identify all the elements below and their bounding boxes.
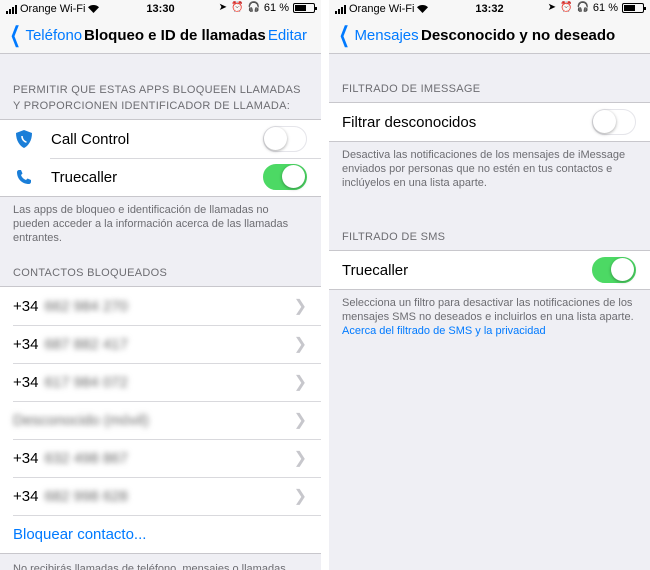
truecaller-toggle[interactable]: [263, 164, 307, 190]
phone-prefix: +34: [13, 487, 39, 505]
filter-unknown-row: Filtrar desconocidos: [329, 103, 650, 141]
masked-number: 687 882 417: [44, 335, 128, 353]
app-name: Truecaller: [51, 168, 118, 186]
navigation-bar: ❮ Mensajes Desconocido y no deseado: [329, 18, 650, 54]
phone-prefix: +34: [13, 373, 39, 391]
phone-prefix: +34: [13, 449, 39, 467]
chevron-left-icon: ❮: [9, 22, 21, 47]
blocked-contact-row[interactable]: +34 662 984 270 ❯: [0, 287, 321, 325]
left-screen: Orange Wi-Fi 13:30 ➤ ⏰ 🎧 61 % ❮ Teléfono…: [0, 0, 321, 570]
apps-section-header: PERMITIR QUE ESTAS APPS BLOQUEEN LLAMADA…: [13, 84, 301, 112]
chevron-left-icon: ❮: [338, 22, 350, 47]
sms-group: Truecaller: [329, 250, 650, 290]
battery-icon: [622, 3, 646, 13]
sms-filter-toggle[interactable]: [592, 257, 636, 283]
back-button[interactable]: ❮ Mensajes: [335, 22, 419, 47]
sms-filter-label: Truecaller: [342, 261, 409, 279]
headphones-icon: 🎧: [247, 2, 260, 13]
call-control-toggle[interactable]: [263, 126, 307, 152]
filter-unknown-toggle[interactable]: [592, 109, 636, 135]
shield-icon: [13, 128, 35, 150]
navigation-bar: ❮ Teléfono Bloqueo e ID de llamadas Edit…: [0, 18, 321, 54]
blocked-contact-row[interactable]: +34 617 984 072 ❯: [0, 363, 321, 401]
blocked-contact-row[interactable]: +34 687 882 417 ❯: [0, 325, 321, 363]
battery-fill: [295, 5, 306, 11]
app-name: Call Control: [51, 130, 130, 148]
battery-icon: [293, 3, 317, 13]
page-title: Bloqueo e ID de llamadas: [84, 27, 266, 44]
blocked-contact-row[interactable]: +34 632 498 867 ❯: [0, 439, 321, 477]
app-row-truecaller: Truecaller: [0, 158, 321, 196]
alarm-icon: ⏰: [560, 2, 573, 13]
blocked-contact-row[interactable]: +34 682 998 628 ❯: [0, 477, 321, 515]
sms-filter-row: Truecaller: [329, 251, 650, 289]
alarm-icon: ⏰: [231, 2, 244, 13]
masked-number: Desconocido (móvil): [13, 411, 149, 429]
masked-number: 632 498 867: [44, 449, 128, 467]
headphones-icon: 🎧: [576, 2, 589, 13]
masked-number: 617 984 072: [44, 373, 128, 391]
back-button[interactable]: ❮ Teléfono: [6, 22, 83, 47]
blocked-contact-row[interactable]: Desconocido (móvil) ❯: [0, 401, 321, 439]
back-label: Mensajes: [354, 26, 419, 44]
sms-privacy-link[interactable]: Acerca del filtrado de SMS y la privacid…: [342, 325, 546, 337]
phone-prefix: +34: [13, 297, 39, 315]
edit-button[interactable]: Editar: [268, 27, 307, 44]
masked-number: 662 984 270: [44, 297, 128, 315]
block-contact-link[interactable]: Bloquear contacto...: [13, 526, 321, 543]
chevron-right-icon: ❯: [293, 374, 307, 391]
filter-unknown-label: Filtrar desconocidos: [342, 113, 477, 131]
imessage-group: Filtrar desconocidos: [329, 102, 650, 142]
imessage-footer: Desactiva las notificaciones de los mens…: [342, 149, 626, 189]
app-row-call-control: Call Control: [0, 120, 321, 158]
battery-fill: [624, 5, 635, 11]
chevron-right-icon: ❯: [293, 336, 307, 353]
status-bar: Orange Wi-Fi 13:32 ➤ ⏰ 🎧 61 %: [329, 0, 650, 18]
chevron-right-icon: ❯: [293, 298, 307, 315]
apps-list: Call Control Truecaller: [0, 119, 321, 197]
chevron-right-icon: ❯: [293, 450, 307, 467]
chevron-right-icon: ❯: [293, 488, 307, 505]
page-title: Desconocido y no deseado: [421, 27, 616, 44]
blocked-contacts-list: +34 662 984 270 ❯ +34 687 882 417 ❯ +34 …: [0, 286, 321, 554]
location-icon: ➤: [218, 2, 228, 13]
sms-section-header: FILTRADO DE SMS: [342, 231, 446, 243]
battery-percent: 61 %: [263, 2, 289, 14]
chevron-right-icon: ❯: [293, 412, 307, 429]
back-label: Teléfono: [25, 26, 83, 44]
imessage-section-header: FILTRADO DE IMESSAGE: [342, 83, 481, 95]
blocked-footer: No recibirás llamadas de teléfono, mensa…: [13, 563, 286, 570]
phone-prefix: +34: [13, 335, 39, 353]
sms-footer: Selecciona un filtro para desactivar las…: [342, 297, 634, 323]
status-bar: Orange Wi-Fi 13:30 ➤ ⏰ 🎧 61 %: [0, 0, 321, 18]
location-icon: ➤: [547, 2, 557, 13]
battery-percent: 61 %: [592, 2, 618, 14]
right-screen: Orange Wi-Fi 13:32 ➤ ⏰ 🎧 61 % ❮ Mensajes…: [329, 0, 650, 570]
apps-footer: Las apps de bloqueo e identificación de …: [13, 204, 289, 244]
masked-number: 682 998 628: [44, 487, 128, 505]
block-contact-row[interactable]: Bloquear contacto...: [0, 515, 321, 553]
blocked-section-header: CONTACTOS BLOQUEADOS: [13, 267, 168, 279]
phone-icon: [13, 166, 35, 188]
